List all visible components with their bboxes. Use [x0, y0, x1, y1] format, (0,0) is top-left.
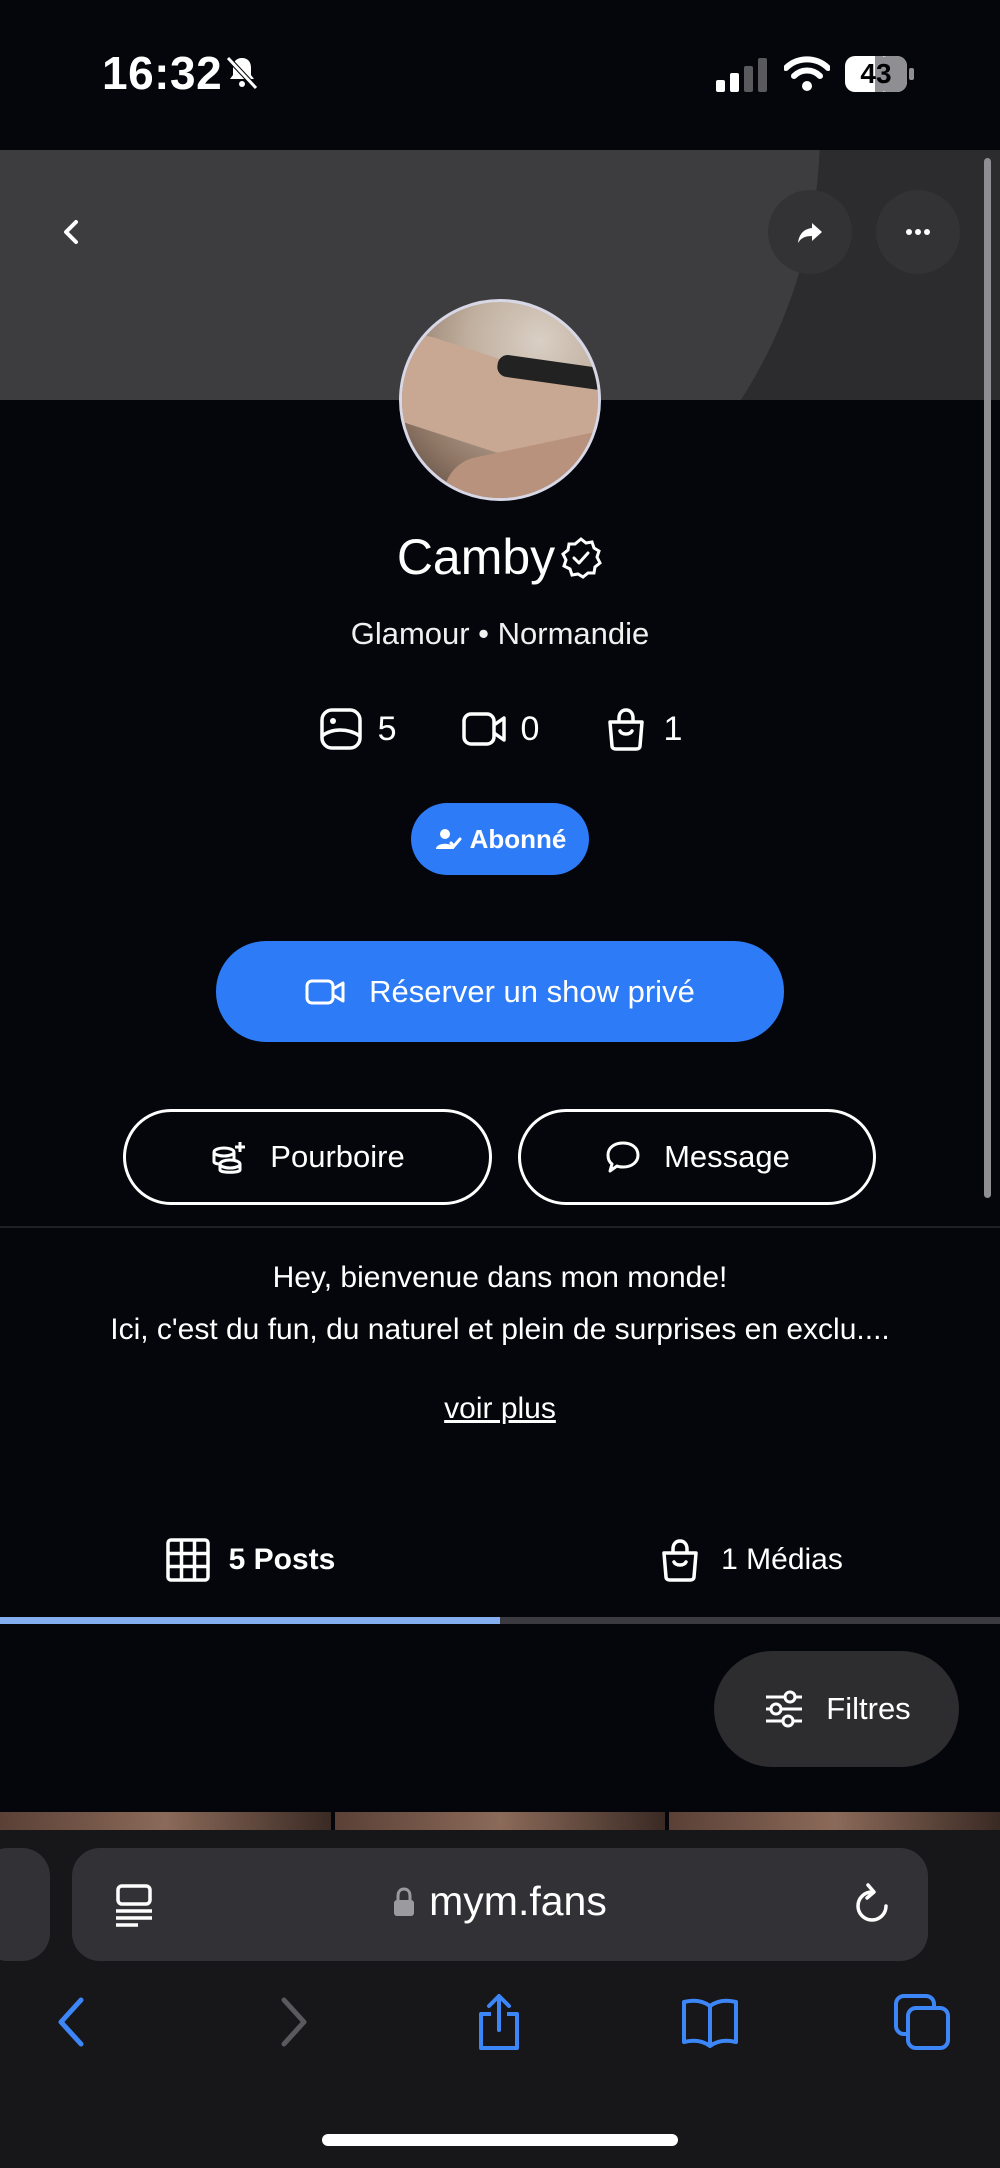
signal-icon: [716, 58, 767, 92]
tab-indicator-track: [0, 1617, 1000, 1624]
share-icon: [798, 223, 822, 243]
user-check-icon: [435, 829, 462, 849]
clock: 16:32: [102, 47, 223, 99]
photo-icon: [319, 708, 362, 750]
subscribed-button[interactable]: Abonné: [411, 803, 589, 875]
section-divider: [0, 1226, 1000, 1228]
stat-videos-count: 0: [520, 709, 540, 748]
profile-stats: 5 0 1: [0, 706, 1000, 752]
stat-medias-count: 1: [663, 709, 683, 748]
message-label: Message: [664, 1139, 790, 1174]
more-icon: [906, 229, 930, 235]
scrollbar[interactable]: [984, 158, 991, 1198]
profile-bio: Hey, bienvenue dans mon monde! Ici, c'es…: [0, 1252, 1000, 1356]
tab-medias[interactable]: 1 Médias: [500, 1510, 1000, 1610]
message-button[interactable]: Message: [518, 1109, 876, 1205]
filters-button[interactable]: Filtres: [714, 1651, 959, 1767]
profile-name: Camby: [396, 529, 556, 585]
avatar[interactable]: [399, 299, 601, 501]
safari-nav-bar: [0, 1992, 1000, 2060]
battery-indicator: 43: [845, 56, 915, 92]
see-more-label: voir plus: [444, 1392, 556, 1425]
wifi-icon: [784, 56, 830, 91]
status-bar: 16:32 43: [0, 0, 1000, 150]
tab-posts[interactable]: 5 Posts: [0, 1510, 500, 1610]
more-options-button[interactable]: [876, 190, 960, 274]
share-profile-button[interactable]: [768, 190, 852, 274]
bio-line-2: Ici, c'est du fun, du naturel et plein d…: [110, 1313, 890, 1346]
back-arrow-icon: [64, 220, 78, 244]
share-icon[interactable]: [469, 1992, 529, 2052]
profile-name-row: Camby: [0, 528, 1000, 586]
video-icon: [461, 712, 506, 746]
stat-photos: 5: [318, 706, 397, 752]
stat-photos-count: 5: [377, 709, 397, 748]
content-tabs: 5 Posts 1 Médias: [0, 1510, 1000, 1610]
grid-icon: [165, 1538, 210, 1582]
book-private-show-label: Réserver un show privé: [369, 973, 695, 1009]
stat-medias: 1: [603, 706, 682, 752]
tab-medias-label: 1 Médias: [721, 1543, 843, 1576]
bookmarks-icon[interactable]: [680, 1992, 740, 2052]
bag-icon: [662, 1539, 698, 1582]
profile-subtitle: Glamour • Normandie: [350, 616, 650, 651]
back-button[interactable]: [30, 190, 114, 274]
posts-grid-preview[interactable]: [0, 1812, 1000, 1832]
url-text: mym.fans: [429, 1878, 607, 1924]
tip-label: Pourboire: [270, 1139, 405, 1174]
reload-icon[interactable]: [850, 1882, 894, 1928]
bag-icon: [608, 708, 645, 751]
tab-posts-label: 5 Posts: [228, 1543, 336, 1576]
browser-back-icon[interactable]: [45, 1992, 105, 2052]
chat-icon: [606, 1141, 640, 1173]
subscribed-label: Abonné: [469, 823, 567, 854]
book-private-show-button[interactable]: Réserver un show privé: [216, 941, 784, 1042]
see-more-link[interactable]: voir plus: [0, 1392, 1000, 1426]
tab-indicator-active: [0, 1617, 500, 1624]
bio-line-1: Hey, bienvenue dans mon monde!: [272, 1261, 728, 1294]
battery-level: 43: [860, 58, 892, 89]
stat-videos: 0: [461, 706, 540, 752]
coins-icon: [212, 1142, 246, 1174]
tip-button[interactable]: Pourboire: [123, 1109, 492, 1205]
bell-slash-icon: [226, 56, 258, 90]
lock-icon: [394, 1887, 415, 1916]
verified-icon: [561, 537, 603, 579]
home-indicator: [322, 2134, 678, 2146]
tabs-icon[interactable]: [892, 1992, 952, 2052]
sliders-icon: [766, 1690, 803, 1728]
camera-icon: [305, 979, 345, 1004]
filters-label: Filtres: [826, 1691, 911, 1726]
browser-forward-icon[interactable]: [260, 1992, 320, 2052]
